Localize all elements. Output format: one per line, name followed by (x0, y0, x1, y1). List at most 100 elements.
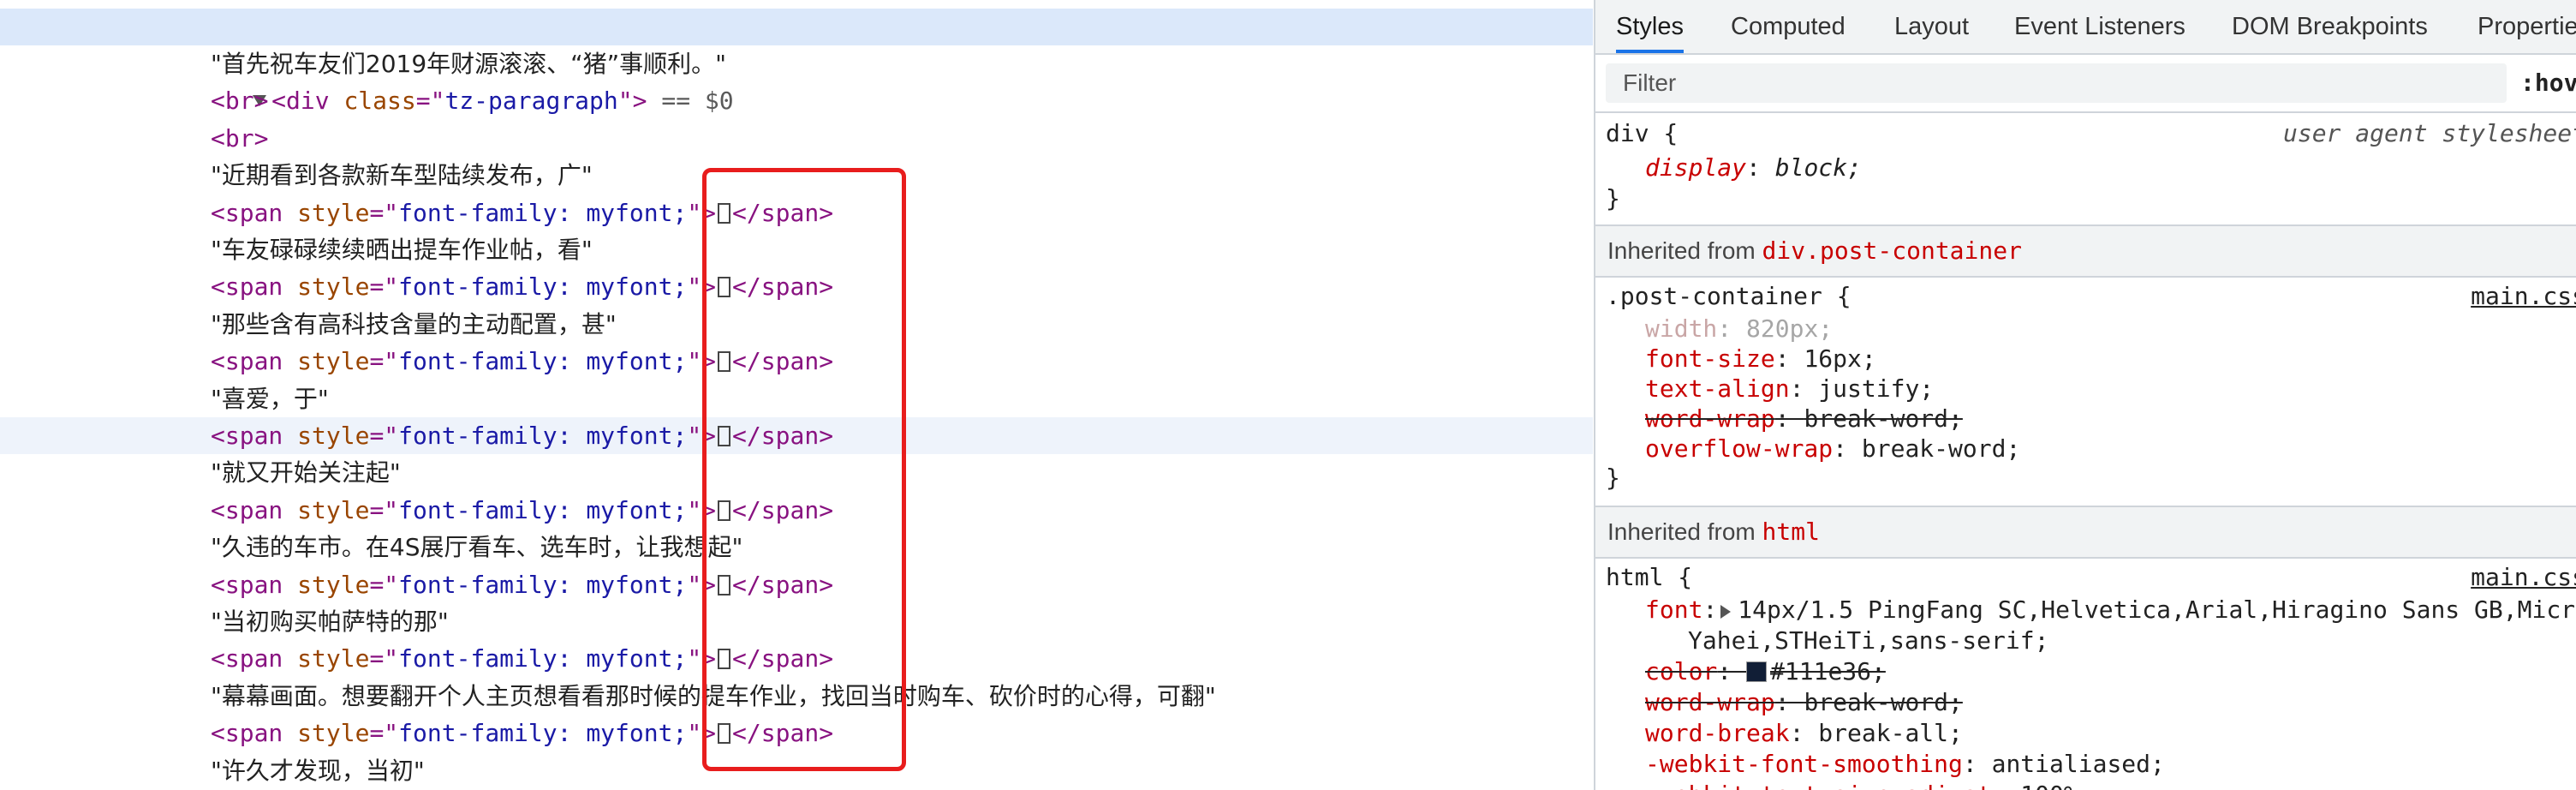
filter-bar: Filter :hov (1595, 55, 2576, 113)
text-node: "那些含有高科技含量的主动配置，甚" (211, 309, 617, 338)
prop-value: antialiased; (1991, 750, 2165, 778)
rule-html-source[interactable]: main.css (2471, 562, 2576, 593)
attr-value: font-family: myfont; (398, 347, 688, 376)
attr-value: font-family: myfont; (398, 272, 688, 302)
inherited-link[interactable]: div.post-container (1762, 236, 2022, 265)
prop-value: break-word; (1804, 688, 1963, 716)
expand-shorthand-icon[interactable] (1720, 605, 1732, 619)
tab-properties[interactable]: Properties (2478, 0, 2576, 53)
prop-name: word-break (1645, 719, 1790, 747)
rule-html-wordwrap: word-wrap: break-word; (1645, 688, 1963, 716)
prop-value: block; (1774, 153, 1862, 182)
attr-value: font-family: myfont; (398, 422, 688, 450)
prop-value: 100%; (2020, 781, 2092, 790)
devtools-tabbar: Styles Computed Layout Event Listeners D… (1595, 0, 2576, 55)
rule-post-close: } (1606, 464, 1620, 492)
tag-open: <span (211, 495, 283, 524)
attr-eq: =" (369, 570, 399, 599)
inherited-header-post: Inherited from div.post-container (1595, 224, 2576, 278)
prop-name: text-align (1645, 374, 1790, 403)
prop-value: #111e36; (1770, 657, 1886, 685)
text-node: "许久才发现，当初" (211, 756, 425, 785)
rule-html-textsize: -webkit-text-size-adjust: 100%; (1645, 780, 2093, 790)
elements-panel: <div class="tz-paragraph"> == $0 "首先祝车友们… (0, 0, 1593, 790)
tag-open: <span (211, 644, 283, 673)
post-decl-overflow-wrap: overflow-wrap: break-word; (1645, 434, 2021, 463)
attr-eq: =" (369, 347, 399, 376)
br-tag: <br> (211, 123, 269, 153)
prop-name: word-wrap (1645, 404, 1775, 433)
prop-value: 14px/1.5 PingFang SC,Helvetica,Arial,Hir… (1738, 595, 2576, 624)
hov-toggle[interactable]: :hov (2520, 55, 2576, 111)
text-node: "就又开始关注起" (211, 458, 401, 488)
text-node: "近期看到各款新车型陆续发布，广" (211, 161, 593, 190)
rule-html-font-cont: Yahei,STHeiTi,sans-serif; (1688, 626, 2049, 655)
text-node: "当初购买帕萨特的那" (211, 607, 449, 636)
attr-eq: =" (369, 272, 399, 302)
annotation-box (702, 168, 906, 771)
rule-html-wordbreak: word-break: break-all; (1645, 719, 1963, 747)
tag-open: <span (211, 570, 283, 599)
prop-name: word-wrap (1645, 688, 1775, 716)
attr-name: style (297, 347, 370, 376)
rule-div-close: } (1606, 184, 1620, 212)
tag-open: <span (211, 272, 283, 302)
rule-div-decl: display: block; (1645, 153, 1862, 182)
tag-open: <span (211, 347, 283, 376)
tab-styles[interactable]: Styles (1616, 0, 1684, 53)
inherited-label: Inherited from html (1607, 518, 1820, 546)
filter-input[interactable]: Filter (1606, 63, 2507, 103)
attr-name: style (297, 719, 370, 748)
post-decl-width: width: 820px; (1645, 314, 1834, 343)
selected-node-line[interactable]: <div class="tz-paragraph"> == $0 (0, 9, 1593, 115)
attr-value: font-family: myfont; (398, 495, 688, 524)
prop-name: color (1645, 657, 1718, 685)
attr-name: style (297, 495, 370, 524)
text-node: "久违的车市。在4S展厅看车、选车时，让我想起" (211, 533, 743, 562)
prop-name: -webkit-text-size-adjust (1645, 781, 1992, 790)
text-node: "喜爱，于" (211, 384, 329, 413)
attr-value: font-family: myfont; (398, 644, 688, 673)
br-node-line[interactable]: <br> (0, 120, 1593, 157)
prop-value: break-word; (1861, 434, 2021, 463)
color-swatch-icon[interactable] (1746, 661, 1768, 682)
attr-eq: =" (369, 422, 399, 450)
styles-pane: Styles Computed Layout Event Listeners D… (1594, 0, 2576, 790)
tab-layout[interactable]: Layout (1894, 0, 1969, 53)
inherited-link[interactable]: html (1762, 518, 1820, 546)
attr-value: font-family: myfont; (398, 570, 688, 599)
rule-post-selector: .post-container { (1606, 282, 1852, 310)
prop-value: justify; (1818, 374, 1935, 403)
attr-eq: =" (369, 198, 399, 227)
attr-name: style (297, 198, 370, 227)
attr-value: font-family: myfont; (398, 719, 688, 748)
prop-name: display (1645, 153, 1747, 182)
rule-html-color: color: #111e36; (1645, 657, 1886, 685)
prop-name: -webkit-font-smoothing (1645, 750, 1963, 778)
post-decl-font-size: font-size: 16px; (1645, 344, 1876, 373)
rule-div-source: user agent stylesheet (2282, 119, 2576, 147)
attr-name: style (297, 272, 370, 302)
attr-name: style (297, 570, 370, 599)
rule-html-smoothing: -webkit-font-smoothing: antialiased; (1645, 750, 2165, 778)
rule-html-font: font: 14px/1.5 PingFang SC,Helvetica,Aria… (1645, 595, 2576, 625)
attr-eq: =" (369, 495, 399, 524)
attr-name: style (297, 644, 370, 673)
rule-div-selector: div { (1606, 119, 1679, 147)
attr-eq: =" (369, 719, 399, 748)
text-node-line[interactable]: "首先祝车友们2019年财源滚滚、“猪”事顺利。" (0, 45, 1593, 82)
tab-computed[interactable]: Computed (1731, 0, 1846, 53)
attr-eq: =" (369, 644, 399, 673)
rule-html-selector: html { (1606, 563, 1693, 591)
rule-post-source[interactable]: main.css (2471, 281, 2576, 312)
tab-event-listeners[interactable]: Event Listeners (2014, 0, 2185, 53)
attr-name: style (297, 422, 370, 450)
prop-name: font (1645, 595, 1703, 624)
inherited-header-html: Inherited from html (1595, 506, 2576, 559)
prop-name: width (1645, 314, 1718, 343)
attr-value: font-family: myfont; (398, 198, 688, 227)
br-node-line[interactable]: <br> (0, 82, 1593, 119)
tag-open: <span (211, 422, 283, 450)
text-node: "首先祝车友们2019年财源滚滚、“猪”事顺利。" (211, 50, 727, 78)
tab-dom-breakpoints[interactable]: DOM Breakpoints (2232, 0, 2428, 53)
